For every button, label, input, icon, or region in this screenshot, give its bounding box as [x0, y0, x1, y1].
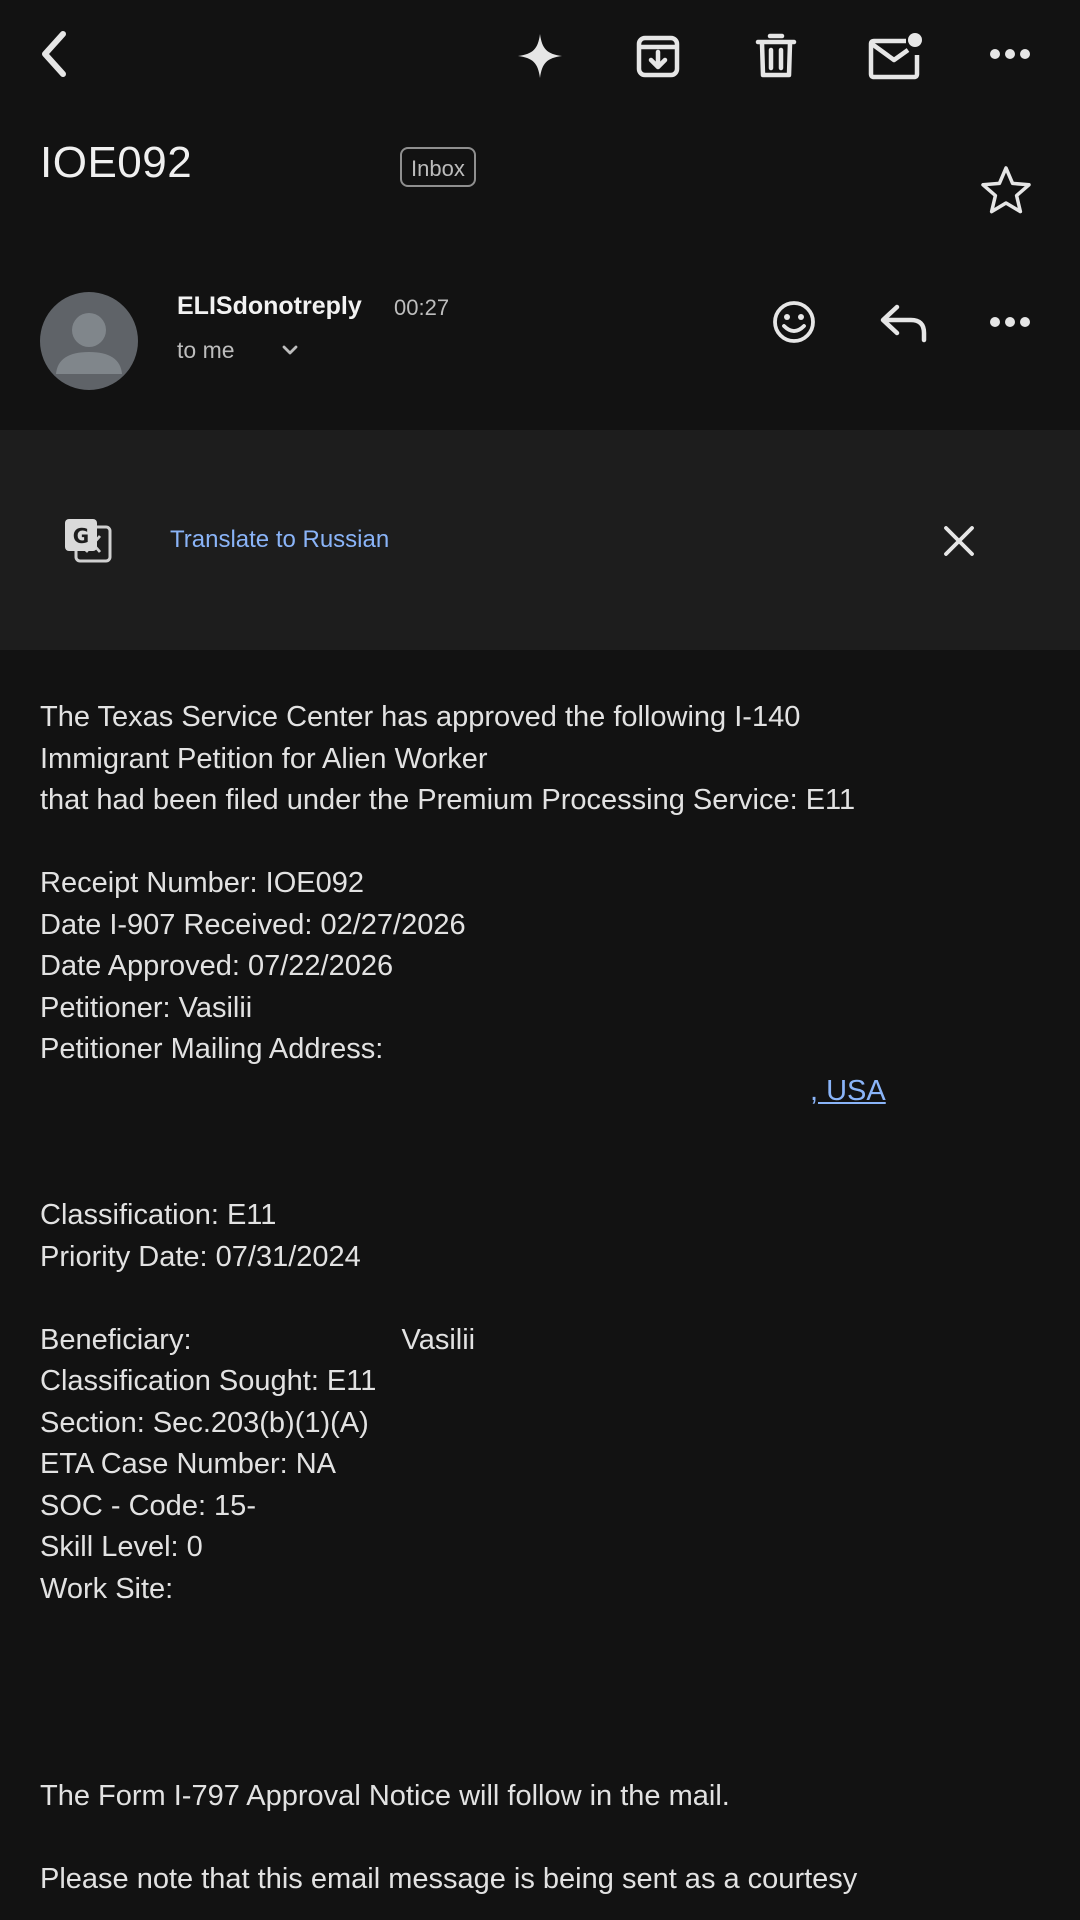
mark-unread-icon[interactable]: [864, 26, 928, 86]
date-approved: Date Approved: 07/22/2026: [40, 950, 394, 982]
receipt-number: Receipt Number: IOE092: [40, 867, 364, 899]
svg-text:G: G: [73, 524, 89, 548]
soc-code: SOC - Code: 15-: [40, 1489, 256, 1522]
approval-notice-line: The Form I-797 Approval Notice will foll…: [40, 1780, 730, 1812]
petitioner: Petitioner: Vasilii: [40, 991, 253, 1024]
back-arrow-icon[interactable]: [28, 24, 80, 84]
more-icon[interactable]: [984, 36, 1036, 72]
translate-link[interactable]: Translate to Russian: [170, 526, 389, 554]
courtesy-line: Please note that this email message is b…: [40, 1863, 858, 1895]
recipient-summary[interactable]: to me: [177, 337, 235, 364]
beneficiary-name: Vasilii: [401, 1323, 476, 1356]
date-received: Date I-907 Received: 02/27/2026: [40, 908, 466, 941]
message-more-icon[interactable]: [984, 304, 1036, 340]
address-link[interactable]: , USA: [810, 1075, 886, 1107]
star-icon[interactable]: [978, 162, 1034, 218]
sender-name[interactable]: ELISdonotreply: [177, 292, 362, 321]
classification: Classification: E11: [40, 1199, 277, 1231]
body-line: The Texas Service Center has approved th…: [40, 701, 801, 733]
body-line: Immigrant Petition for Alien Worker: [40, 742, 488, 775]
section: Section: Sec.203(b)(1)(A): [40, 1406, 369, 1439]
sparkle-icon[interactable]: [512, 28, 568, 84]
chevron-down-icon[interactable]: [281, 343, 299, 361]
mailing-address-label: Petitioner Mailing Address:: [40, 1033, 384, 1065]
top-app-bar: [0, 0, 1080, 110]
work-site: Work Site:: [40, 1572, 174, 1605]
body-line: that had been filed under the Premium Pr…: [40, 784, 856, 816]
translate-banner: [0, 430, 1080, 650]
beneficiary-label: Beneficiary:: [40, 1323, 192, 1356]
archive-icon[interactable]: [630, 28, 686, 84]
emoji-icon[interactable]: [768, 296, 820, 348]
translate-icon: G: [60, 514, 116, 566]
priority-date: Priority Date: 07/31/2024: [40, 1240, 361, 1273]
reply-icon[interactable]: [876, 298, 932, 348]
email-time: 00:27: [394, 295, 450, 320]
inbox-label-badge[interactable]: Inbox: [400, 147, 476, 187]
email-body: The Texas Service Center has approved th…: [40, 697, 1050, 1901]
email-subject: IOE092: [40, 138, 193, 187]
eta-case-number: ETA Case Number: NA: [40, 1448, 337, 1480]
classification-sought: Classification Sought: E11: [40, 1365, 377, 1397]
skill-level: Skill Level: 0: [40, 1531, 203, 1563]
close-icon[interactable]: [936, 518, 982, 564]
trash-icon[interactable]: [748, 28, 804, 84]
avatar[interactable]: [40, 292, 138, 390]
